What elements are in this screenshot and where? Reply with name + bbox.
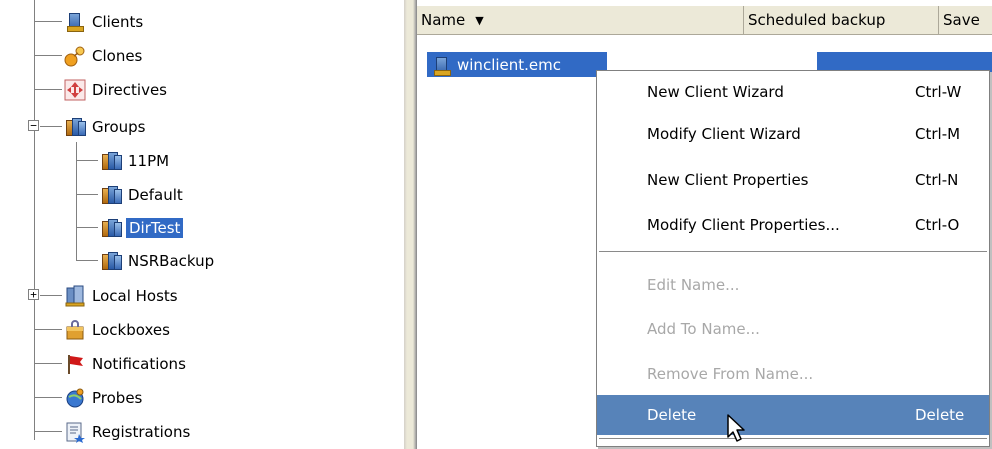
tree-item-registrations[interactable]: Registrations <box>64 415 192 448</box>
tree-connector <box>34 431 62 432</box>
tree-item-groups[interactable]: Groups <box>64 110 147 143</box>
menu-item-modify-client-properties[interactable]: Modify Client Properties... Ctrl-O <box>597 206 989 244</box>
tree-connector <box>34 397 62 398</box>
tree-item-group-11pm[interactable]: 11PM <box>100 144 171 177</box>
tree-connector <box>34 363 62 364</box>
column-header-save[interactable]: Save <box>939 6 992 34</box>
groups-icon <box>64 116 86 138</box>
tree-item-label: Lockboxes <box>92 320 170 339</box>
tree-item-label-selected: DirTest <box>126 217 184 238</box>
menu-item-label: Delete <box>647 406 697 424</box>
tree-item-group-dirtest[interactable]: DirTest <box>100 211 184 244</box>
tree-item-label: NSRBackup <box>128 251 215 270</box>
tree-connector <box>76 160 98 161</box>
menu-separator <box>599 438 987 440</box>
menu-item-label: Modify Client Properties... <box>647 216 840 234</box>
column-label: Name <box>421 11 466 29</box>
clones-icon <box>64 45 86 67</box>
registrations-icon <box>64 421 86 443</box>
tree-item-label: Clients <box>92 12 144 31</box>
tree-item-clients[interactable]: Clients <box>64 5 145 38</box>
tree-item-label: Probes <box>92 388 143 407</box>
tree-item-label: Default <box>128 185 183 204</box>
tree-connector <box>76 194 98 195</box>
menu-item-label: New Client Properties <box>647 171 809 189</box>
list-header: Name ▼ Scheduled backup Save <box>417 6 992 35</box>
tree-item-label: Clones <box>92 46 143 65</box>
client-icon <box>431 55 451 76</box>
tree-connector <box>34 89 62 90</box>
tree-item-label: Groups <box>92 117 146 136</box>
group-icon <box>100 217 122 239</box>
menu-item-label: Edit Name... <box>647 276 740 294</box>
group-icon <box>100 184 122 206</box>
tree-item-lockboxes[interactable]: Lockboxes <box>64 313 172 346</box>
group-icon <box>100 150 122 172</box>
tree-item-directives[interactable]: Directives <box>64 73 169 106</box>
tree-item-local-hosts[interactable]: Local Hosts <box>64 279 180 312</box>
client-name-cell: winclient.emc <box>457 55 561 74</box>
tree-item-group-nsrbackup[interactable]: NSRBackup <box>100 244 216 277</box>
menu-separator <box>599 251 987 253</box>
menu-item-add-to-name: Add To Name... <box>597 310 989 348</box>
menu-item-label: Modify Client Wizard <box>647 125 801 143</box>
tree-connector <box>34 55 62 56</box>
group-icon <box>100 250 122 272</box>
menu-item-remove-from-name: Remove From Name... <box>597 355 989 393</box>
navigation-tree: − + Clients Clones Directives Groups 11P… <box>0 0 404 449</box>
tree-item-clones[interactable]: Clones <box>64 39 144 72</box>
notification-flag-icon <box>64 353 86 375</box>
menu-item-new-client-wizard[interactable]: New Client Wizard Ctrl-W <box>597 73 989 111</box>
tree-item-notifications[interactable]: Notifications <box>64 347 188 380</box>
menu-item-delete[interactable]: Delete Delete <box>597 395 989 435</box>
client-icon <box>64 11 86 33</box>
tree-connector <box>40 295 62 296</box>
pane-splitter[interactable] <box>404 0 417 449</box>
tree-trunk-line <box>34 0 35 440</box>
groups-collapse-toggle[interactable]: − <box>28 120 39 131</box>
tree-connector <box>76 227 98 228</box>
column-header-scheduled-backup[interactable]: Scheduled backup <box>744 6 939 34</box>
lockbox-icon <box>64 319 86 341</box>
probe-icon <box>64 387 86 409</box>
local-hosts-icon <box>64 285 86 307</box>
column-label: Scheduled backup <box>748 11 886 29</box>
menu-item-label: Remove From Name... <box>647 365 814 383</box>
local-hosts-expand-toggle[interactable]: + <box>28 289 39 300</box>
tree-item-label: Local Hosts <box>92 286 178 305</box>
sort-descending-icon: ▼ <box>475 13 484 27</box>
tree-item-group-default[interactable]: Default <box>100 178 185 211</box>
column-header-name[interactable]: Name ▼ <box>417 6 744 34</box>
tree-item-label: Registrations <box>92 422 191 441</box>
column-label: Save <box>943 11 980 29</box>
menu-item-shortcut: Ctrl-O <box>915 216 960 234</box>
menu-item-modify-client-wizard[interactable]: Modify Client Wizard Ctrl-M <box>597 115 989 153</box>
menu-item-edit-name: Edit Name... <box>597 266 989 304</box>
table-row[interactable]: winclient.emc <box>427 52 607 77</box>
menu-item-shortcut: Ctrl-M <box>915 125 961 143</box>
tree-connector <box>34 21 62 22</box>
tree-connector <box>76 260 98 261</box>
tree-item-label: Directives <box>92 80 167 99</box>
menu-item-shortcut: Ctrl-W <box>915 83 962 101</box>
tree-item-label: Notifications <box>92 354 186 373</box>
tree-connector <box>34 329 62 330</box>
directives-icon <box>64 79 86 101</box>
tree-item-label: 11PM <box>128 151 170 170</box>
menu-item-label: Add To Name... <box>647 320 760 338</box>
menu-item-shortcut: Delete <box>915 406 965 424</box>
mouse-pointer-icon <box>726 413 750 445</box>
menu-item-shortcut: Ctrl-N <box>915 171 959 189</box>
tree-item-probes[interactable]: Probes <box>64 381 144 414</box>
context-menu: New Client Wizard Ctrl-W Modify Client W… <box>596 70 990 447</box>
tree-connector <box>40 126 62 127</box>
menu-item-new-client-properties[interactable]: New Client Properties Ctrl-N <box>597 161 989 199</box>
menu-item-label: New Client Wizard <box>647 83 784 101</box>
